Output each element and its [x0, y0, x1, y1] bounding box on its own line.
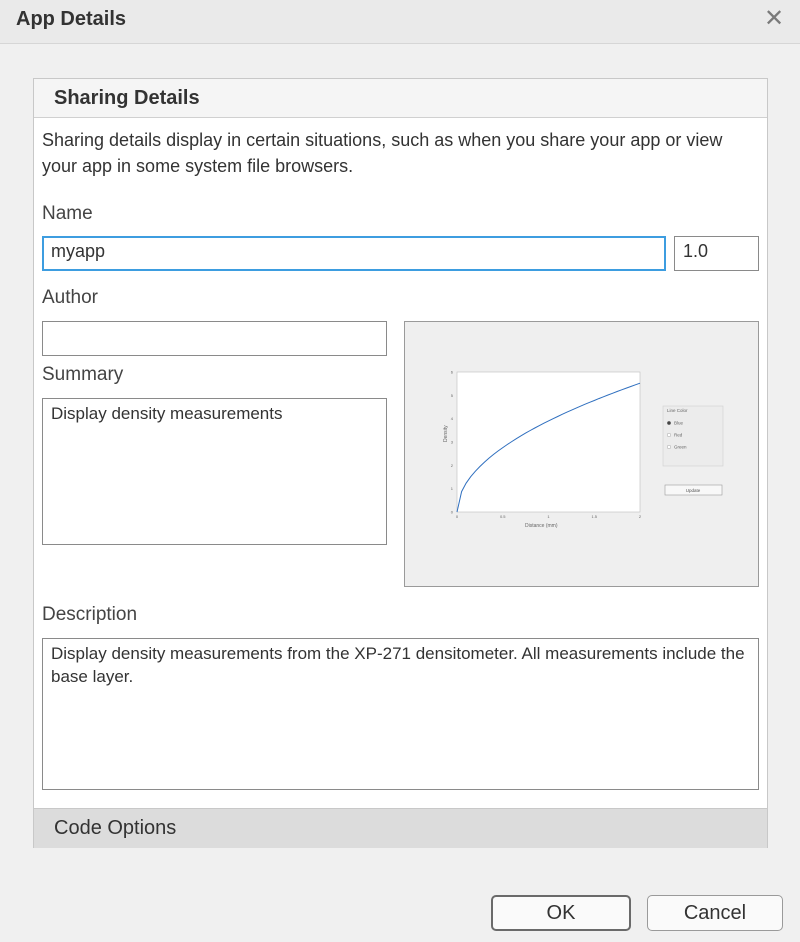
close-icon[interactable]: ✕	[762, 7, 786, 32]
app-screenshot-preview[interactable]: Density Distance (mm) 0123456 0 0.5 1 1.5 2 …	[404, 321, 759, 587]
preview-app-image: Density Distance (mm) 0123456 0 0.5 1 1.5 2 …	[443, 370, 724, 529]
version-field[interactable]: 1.0	[674, 236, 759, 271]
cancel-button[interactable]: Cancel	[647, 895, 783, 931]
preview-radio-label: Green	[674, 445, 687, 450]
ok-button[interactable]: OK	[491, 895, 631, 931]
title-bar: App Details ✕	[0, 0, 800, 44]
preview-ylabel: Density	[443, 425, 449, 442]
sharing-details-title: Sharing Details	[54, 87, 200, 109]
preview-color-group-box	[662, 405, 724, 467]
preview-ytick-label: 5	[451, 393, 454, 398]
author-field[interactable]	[42, 321, 387, 356]
preview-radio-button	[667, 432, 672, 437]
preview-xticks: 0 0.5 1 1.5 2	[456, 514, 642, 519]
preview-radio-label: Red	[674, 433, 683, 438]
preview-xtick-label: 2	[639, 514, 642, 519]
preview-xlabel: Distance (mm)	[525, 523, 558, 529]
name-label: Name	[42, 203, 93, 224]
code-options-label: Code Options	[54, 817, 177, 839]
preview-yticks: 0 1 2 3 4 5 6	[451, 370, 454, 515]
preview-ytick-label: 2	[451, 463, 454, 468]
preview-radio-button	[667, 444, 672, 449]
name-field[interactable]: myapp	[42, 236, 666, 271]
summary-label: Summary	[42, 364, 124, 385]
preview-ytick-label: 1	[451, 486, 454, 491]
sharing-details-panel: Sharing Details Sharing details display …	[33, 78, 768, 848]
preview-xtick-label: 0	[456, 514, 459, 519]
window-title: App Details	[16, 8, 127, 30]
preview-ytick-label: 0	[451, 510, 454, 515]
summary-field[interactable]: Display density measurements	[42, 398, 387, 545]
preview-ytick-label: 3	[451, 440, 454, 445]
preview-ytick-label: 4	[451, 416, 454, 421]
preview-radio-label: Blue	[674, 421, 684, 426]
sharing-intro-text: Sharing details display in certain situa…	[42, 130, 723, 176]
code-options-header[interactable]: Code Options	[34, 808, 767, 848]
preview-xtick-label: 1	[547, 514, 550, 519]
description-label: Description	[42, 604, 138, 625]
preview-ytick-label: 6	[451, 370, 454, 375]
preview-radio-button	[667, 420, 672, 425]
author-label: Author	[42, 287, 98, 308]
preview-xtick-label: 1.5	[591, 514, 597, 519]
description-field[interactable]: Display density measurements from the XP…	[42, 638, 759, 790]
preview-update-label: Update	[686, 488, 701, 493]
preview-xtick-label: 0.5	[500, 514, 506, 519]
sharing-details-header[interactable]: Sharing Details	[34, 79, 767, 118]
preview-color-group-label: Line Color	[667, 408, 688, 413]
